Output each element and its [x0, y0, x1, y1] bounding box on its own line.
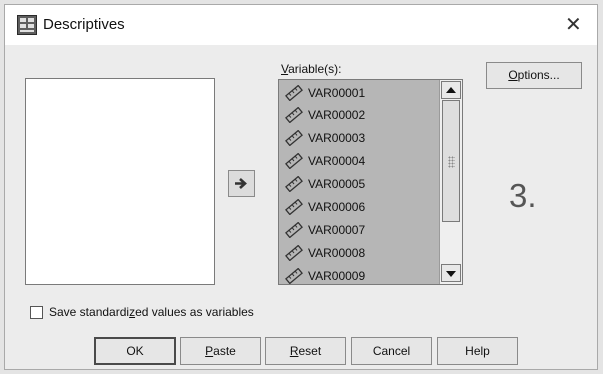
variable-list-item[interactable]: VAR00002 — [285, 104, 365, 127]
move-variable-button[interactable] — [228, 170, 255, 197]
step-number-annotation: 3. — [509, 177, 537, 214]
scale-ruler-icon — [285, 199, 303, 215]
variable-list-item[interactable]: VAR00009 — [285, 264, 366, 284]
variable-name: VAR00003 — [308, 131, 366, 146]
variable-name: VAR00001 — [308, 85, 366, 100]
options-mnemonic: O — [508, 68, 518, 82]
scale-ruler-icon — [285, 244, 303, 261]
options-label-rest: ptions... — [517, 68, 560, 82]
scroll-down-icon — [446, 271, 456, 277]
variable-name: VAR00005 — [308, 177, 366, 192]
scale-ruler-icon — [285, 153, 303, 170]
grip-icon — [448, 156, 455, 168]
variables-label-rest: ariable(s): — [288, 62, 342, 76]
save-standardized-checkbox[interactable] — [30, 305, 43, 319]
scale-ruler-icon — [285, 267, 303, 284]
window-title: Descriptives — [43, 16, 125, 33]
scale-ruler-icon — [285, 176, 303, 193]
title-bar[interactable]: Descriptives ✕ — [5, 5, 597, 45]
save-standardized-row[interactable]: Save standardized values as variables — [30, 305, 254, 319]
scale-ruler-icon — [285, 221, 303, 238]
scale-ruler-icon — [285, 107, 303, 124]
variable-list-item[interactable]: VAR00004 — [285, 150, 365, 173]
ok-button[interactable]: OK — [94, 337, 176, 365]
variable-list-item[interactable]: VAR00007 — [285, 218, 365, 241]
scale-ruler-icon — [285, 130, 303, 147]
variable-list-item[interactable]: VAR00001 — [285, 81, 365, 104]
scroll-down-button[interactable] — [441, 264, 461, 282]
help-button[interactable]: Help — [437, 337, 518, 365]
variables-label: Variable(s): — [281, 62, 341, 76]
scroll-thumb[interactable] — [442, 100, 460, 222]
descriptives-dialog: Descriptives ✕ Variable(s): VAR00001 VAR0… — [4, 4, 598, 370]
close-icon[interactable]: ✕ — [565, 12, 582, 37]
variable-name: VAR00008 — [308, 245, 366, 260]
variable-name: VAR00009 — [308, 268, 366, 283]
variable-list-item[interactable]: VAR00008 — [285, 241, 365, 264]
vertical-scrollbar[interactable] — [439, 80, 462, 284]
variable-name: VAR00007 — [308, 222, 366, 237]
variable-name: VAR00004 — [308, 154, 366, 169]
scale-ruler-icon — [285, 84, 303, 101]
spss-dialog-icon — [17, 15, 37, 35]
cancel-button[interactable]: Cancel — [351, 337, 432, 365]
variable-name: VAR00002 — [308, 108, 366, 123]
scroll-up-button[interactable] — [441, 81, 461, 99]
arrow-right-icon — [235, 178, 247, 189]
variable-list-item[interactable]: VAR00005 — [285, 173, 365, 196]
options-button[interactable]: Options... — [486, 62, 582, 89]
variable-name: VAR00006 — [308, 200, 366, 214]
save-standardized-label: Save standardized values as variables — [49, 305, 254, 319]
source-variable-list[interactable] — [25, 78, 215, 285]
variable-list-item[interactable]: VAR00003 — [285, 127, 365, 150]
selected-variable-list[interactable]: VAR00001 VAR00002 VAR00003 VAR00004 VAR00005… — [278, 79, 463, 285]
variable-list-item[interactable]: VAR00006 — [285, 196, 365, 219]
paste-button[interactable]: Paste — [180, 337, 261, 365]
scroll-up-icon — [446, 87, 456, 93]
reset-button[interactable]: Reset — [265, 337, 346, 365]
